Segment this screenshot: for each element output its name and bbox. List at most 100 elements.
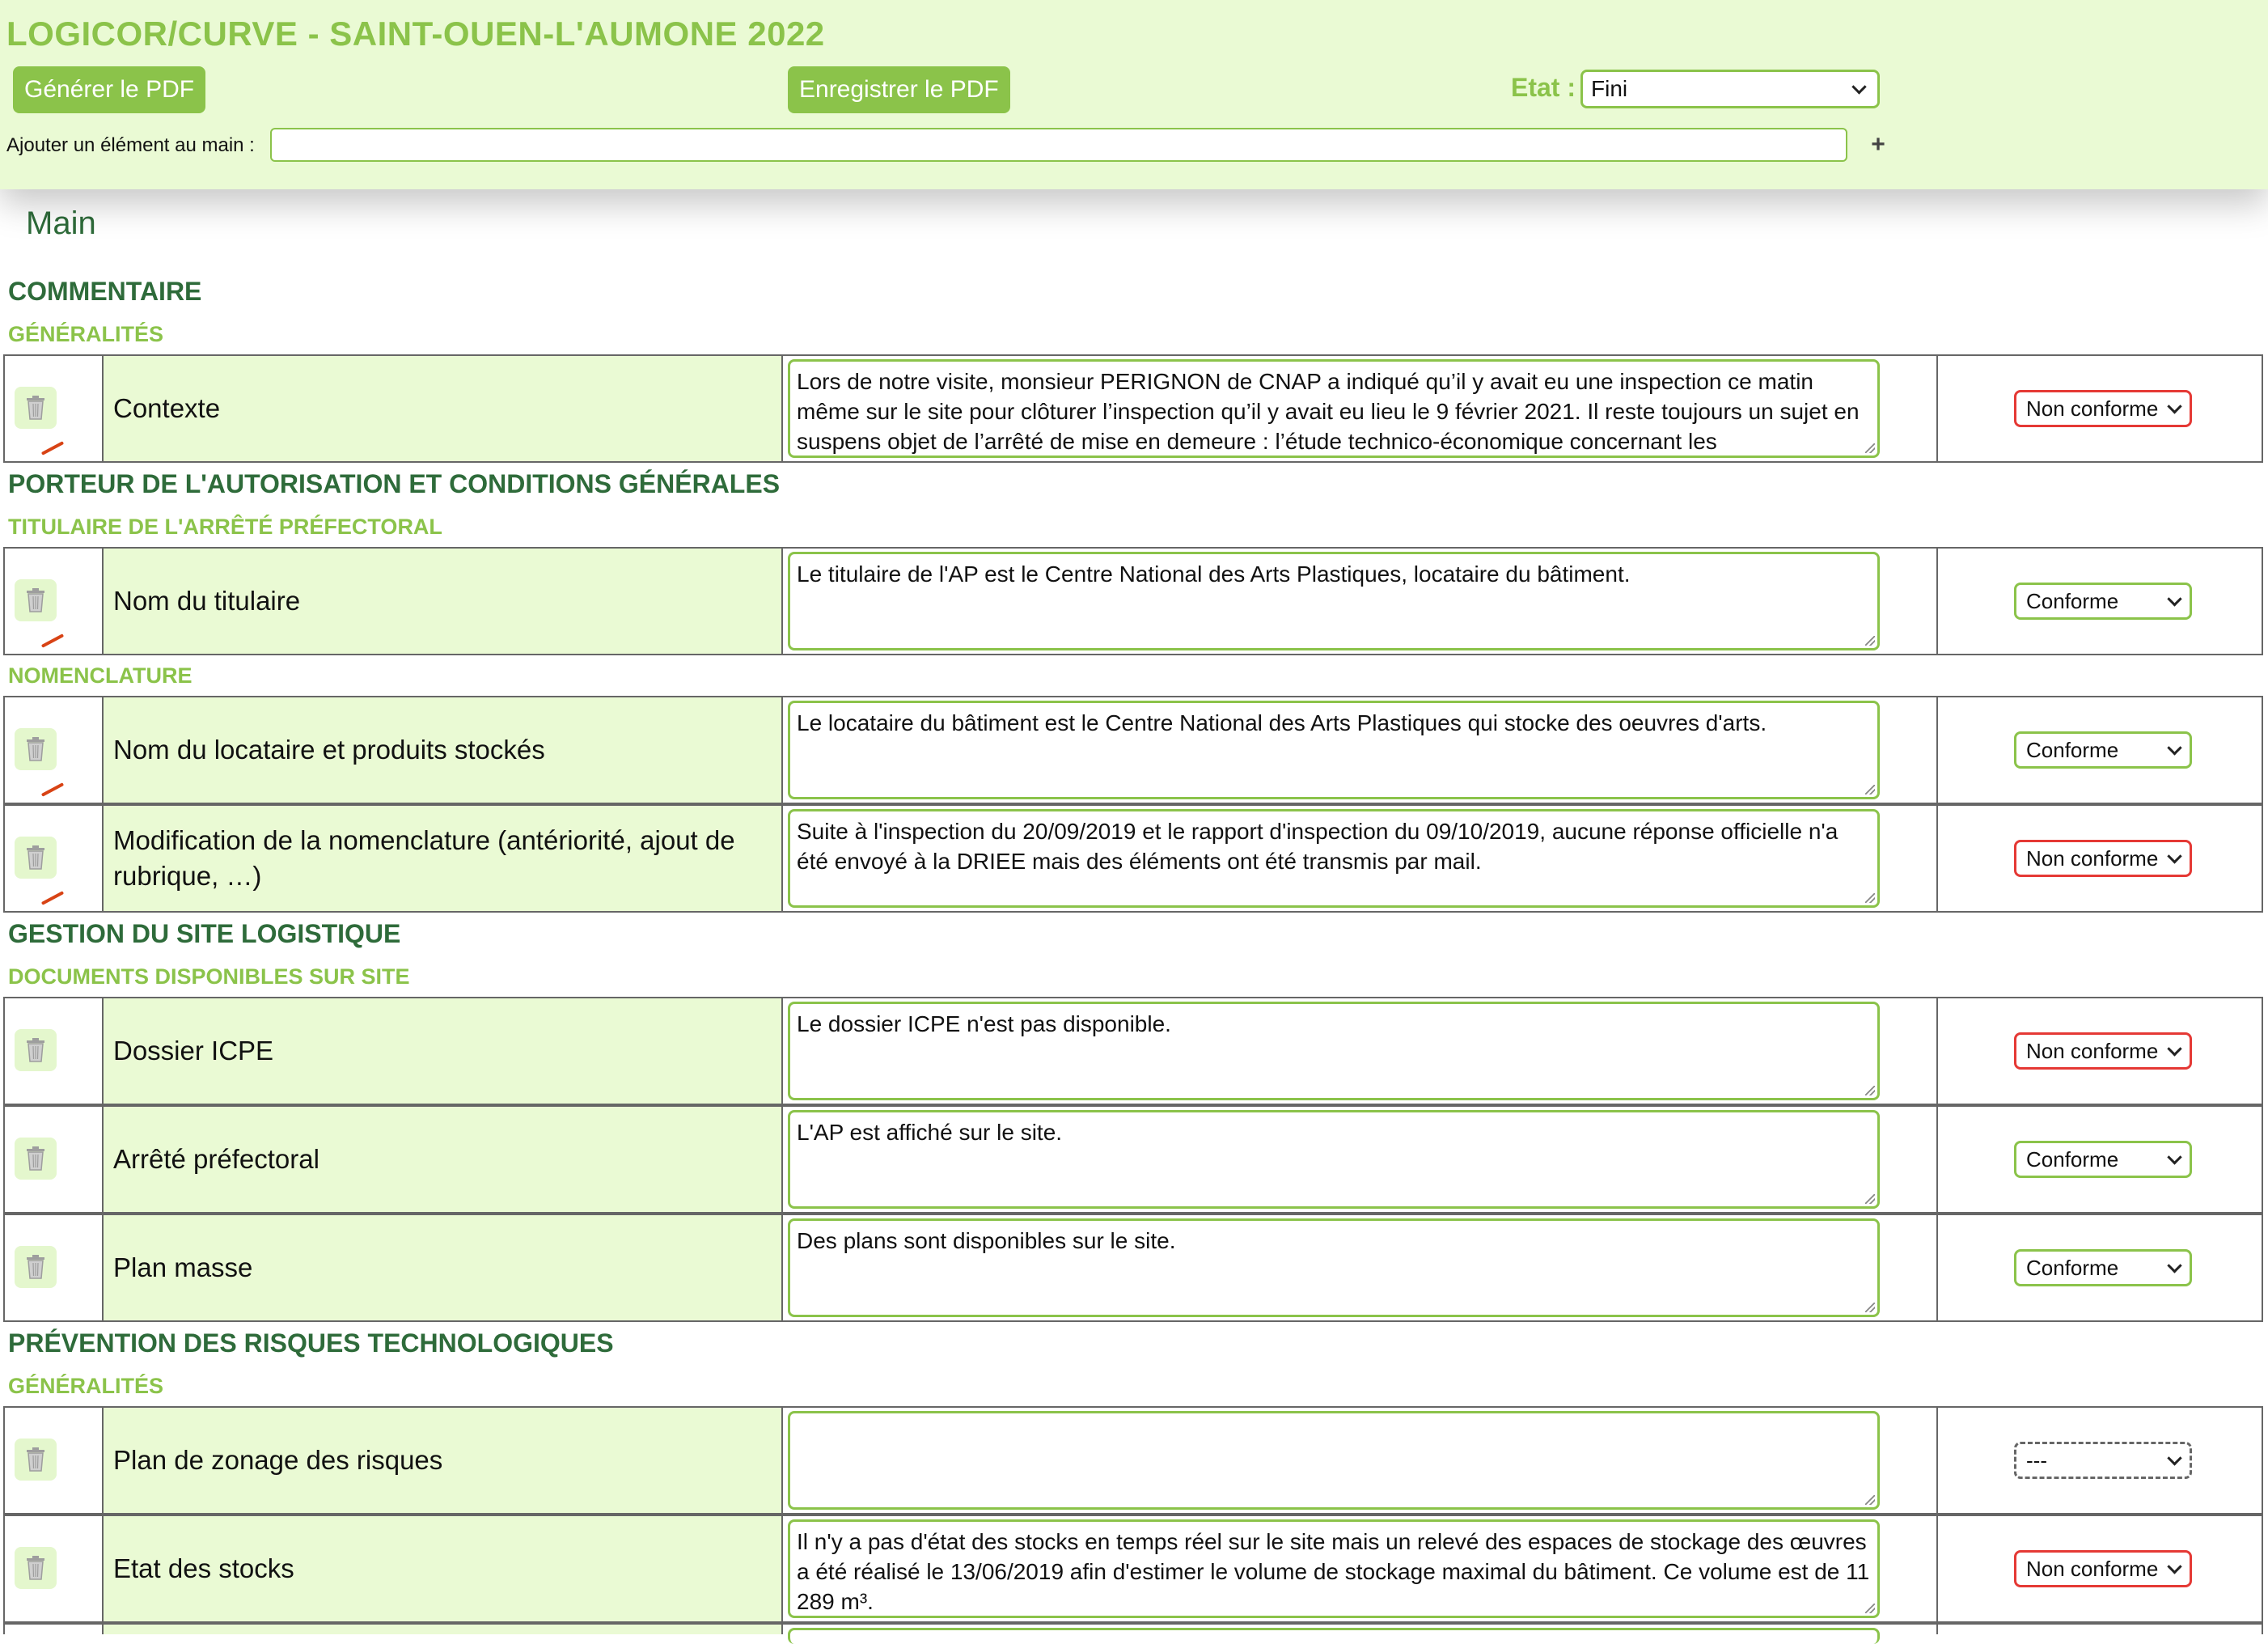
table-row: Contexte Lors de notre visite, monsieur … <box>3 354 2263 463</box>
resize-handle-icon[interactable] <box>1865 443 1875 453</box>
row-label: Modification de la nomenclature (antério… <box>104 806 783 911</box>
row-label: Etat des stocks <box>104 1516 783 1621</box>
chevron-down-icon <box>2167 1258 2182 1273</box>
chevron-down-icon <box>2167 1150 2182 1165</box>
edit-mark-icon <box>40 782 65 797</box>
table-row: Arrêté préfectoral L'AP est affiché sur … <box>3 1105 2263 1214</box>
delete-row-button[interactable] <box>15 837 57 879</box>
delete-row-button[interactable] <box>15 1138 57 1180</box>
state-select[interactable]: Fini <box>1580 70 1880 108</box>
chevron-down-icon <box>2167 740 2182 756</box>
row-label: Plan masse <box>104 1215 783 1320</box>
resize-handle-icon[interactable] <box>1865 893 1875 903</box>
status-select[interactable]: Non conforme <box>2014 390 2192 427</box>
status-select[interactable]: Non conforme <box>2014 840 2192 877</box>
subsection-title: TITULAIRE DE L'ARRÊTÉ PRÉFECTORAL <box>8 515 442 539</box>
delete-row-button[interactable] <box>15 1029 57 1071</box>
subsection-title: NOMENCLATURE <box>8 663 193 688</box>
chevron-down-icon <box>2167 1559 2182 1574</box>
resize-handle-icon[interactable] <box>1865 1086 1875 1095</box>
comment-textarea[interactable]: Lors de notre visite, monsieur PERIGNON … <box>788 359 1880 458</box>
row-label <box>104 1625 783 1634</box>
comment-textarea[interactable] <box>788 1628 1880 1644</box>
main-title: Main <box>26 206 96 241</box>
trash-icon <box>27 1146 44 1171</box>
table-row: Nom du locataire et produits stockés Le … <box>3 696 2263 804</box>
chevron-down-icon <box>2167 591 2182 607</box>
add-element-label: Ajouter un élément au main : <box>6 134 255 156</box>
section-title: PORTEUR DE L'AUTORISATION ET CONDITIONS … <box>8 469 781 498</box>
status-select[interactable]: Conforme <box>2014 731 2192 769</box>
table-row: Plan masse Des plans sont disponibles su… <box>3 1214 2263 1322</box>
subsection-title: GÉNÉRALITÉS <box>8 322 164 346</box>
resize-handle-icon[interactable] <box>1865 1303 1875 1312</box>
delete-row-button[interactable] <box>15 1246 57 1288</box>
comment-textarea[interactable]: Le titulaire de l'AP est le Centre Natio… <box>788 552 1880 650</box>
status-select[interactable]: Conforme <box>2014 1249 2192 1286</box>
delete-row-button[interactable] <box>15 728 57 770</box>
status-select[interactable]: Non conforme <box>2014 1032 2192 1070</box>
chevron-down-icon <box>2167 849 2182 864</box>
row-label: Dossier ICPE <box>104 998 783 1104</box>
chevron-down-icon <box>1851 79 1867 95</box>
status-select[interactable]: Non conforme <box>2014 1550 2192 1587</box>
page-title: LOGICOR/CURVE - SAINT-OUEN-L'AUMONE 2022 <box>6 15 825 53</box>
resize-handle-icon[interactable] <box>1865 1194 1875 1204</box>
add-element-button[interactable]: + <box>1865 128 1891 162</box>
trash-icon <box>27 396 44 420</box>
add-element-input[interactable] <box>270 128 1847 162</box>
comment-textarea[interactable]: Suite à l'inspection du 20/09/2019 et le… <box>788 809 1880 908</box>
delete-row-button[interactable] <box>15 387 57 429</box>
subsection-title: DOCUMENTS DISPONIBLES SUR SITE <box>8 964 410 989</box>
trash-icon <box>27 737 44 761</box>
trash-icon <box>27 845 44 870</box>
row-label: Nom du locataire et produits stockés <box>104 697 783 803</box>
chevron-down-icon <box>2167 399 2182 414</box>
chevron-down-icon <box>2167 1041 2182 1057</box>
table-row <box>3 1623 2263 1644</box>
state-label: Etat : <box>1511 73 1576 102</box>
section-title: COMMENTAIRE <box>8 277 202 306</box>
status-select[interactable]: Conforme <box>2014 1141 2192 1178</box>
resize-handle-icon[interactable] <box>1865 636 1875 646</box>
status-select[interactable]: --- <box>2014 1442 2192 1479</box>
table-row: Modification de la nomenclature (antério… <box>3 804 2263 913</box>
comment-textarea[interactable]: Des plans sont disponibles sur le site. <box>788 1218 1880 1317</box>
section-title: PRÉVENTION DES RISQUES TECHNOLOGIQUES <box>8 1328 614 1358</box>
resize-handle-icon[interactable] <box>1865 1495 1875 1505</box>
subsection-title: GÉNÉRALITÉS <box>8 1374 164 1398</box>
table-row: Nom du titulaire Le titulaire de l'AP es… <box>3 547 2263 655</box>
toolbar-header: LOGICOR/CURVE - SAINT-OUEN-L'AUMONE 2022… <box>0 0 2268 189</box>
trash-icon <box>27 588 44 612</box>
comment-textarea[interactable]: Le locataire du bâtiment est le Centre N… <box>788 701 1880 799</box>
edit-mark-icon <box>40 633 65 648</box>
generate-pdf-button[interactable]: Générer le PDF <box>13 66 206 113</box>
save-pdf-button[interactable]: Enregistrer le PDF <box>788 66 1010 113</box>
comment-textarea[interactable]: L'AP est affiché sur le site. <box>788 1110 1880 1209</box>
resize-handle-icon[interactable] <box>1865 1604 1875 1613</box>
edit-mark-icon <box>40 891 65 905</box>
section-title: GESTION DU SITE LOGISTIQUE <box>8 919 401 948</box>
table-row: Plan de zonage des risques --- <box>3 1406 2263 1515</box>
trash-icon <box>27 1255 44 1279</box>
row-label: Contexte <box>104 356 783 461</box>
row-label: Plan de zonage des risques <box>104 1408 783 1513</box>
comment-textarea[interactable] <box>788 1411 1880 1510</box>
comment-textarea[interactable]: Il n'y a pas d'état des stocks en temps … <box>788 1519 1880 1618</box>
row-label: Arrêté préfectoral <box>104 1107 783 1212</box>
resize-handle-icon[interactable] <box>1865 785 1875 794</box>
edit-mark-icon <box>40 441 65 455</box>
chevron-down-icon <box>2167 1451 2182 1466</box>
delete-row-button[interactable] <box>15 1438 57 1481</box>
table-row: Dossier ICPE Le dossier ICPE n'est pas d… <box>3 997 2263 1105</box>
status-select[interactable]: Conforme <box>2014 583 2192 620</box>
row-label: Nom du titulaire <box>104 549 783 654</box>
delete-row-button[interactable] <box>15 579 57 621</box>
trash-icon <box>27 1556 44 1580</box>
comment-textarea[interactable]: Le dossier ICPE n'est pas disponible. <box>788 1002 1880 1100</box>
state-select-value: Fini <box>1591 76 1628 101</box>
table-row: Etat des stocks Il n'y a pas d'état des … <box>3 1515 2263 1623</box>
trash-icon <box>27 1447 44 1472</box>
trash-icon <box>27 1038 44 1062</box>
delete-row-button[interactable] <box>15 1547 57 1589</box>
